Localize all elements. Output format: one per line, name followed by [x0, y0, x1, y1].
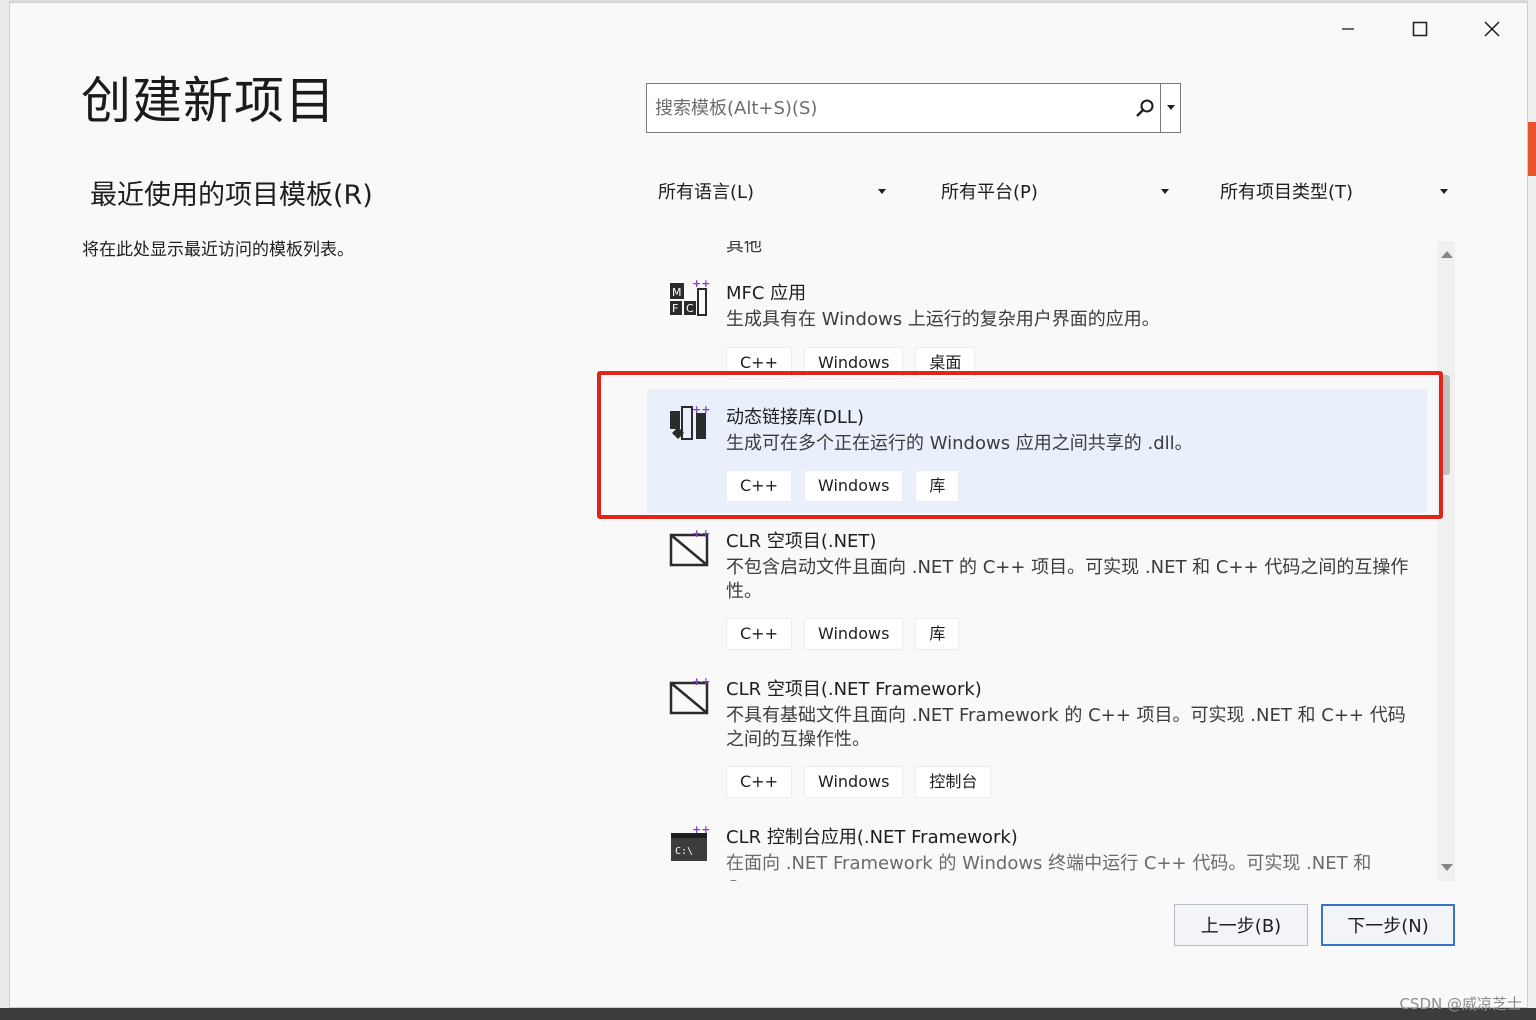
template-item-clr-net-framework[interactable]: ++ CLR 空项目(.NET Framework) 不具有基础文件且面向 .N… — [647, 661, 1427, 809]
template-tags: C++ Windows 控制台 — [726, 766, 992, 798]
template-tags: C++ Windows 库 — [726, 618, 960, 650]
minimize-icon — [1342, 28, 1354, 30]
template-name: CLR 空项目(.NET Framework) — [726, 679, 982, 700]
tag-type: 库 — [915, 618, 960, 650]
template-list: 其他 M F C ++ MFC 应用 生成具有在 Windows 上运行的复杂用… — [647, 241, 1427, 881]
create-project-dialog: 创建新项目 最近使用的项目模板(R) 将在此处显示最近访问的模板列表。 所有语言… — [9, 2, 1528, 1008]
template-name: MFC 应用 — [726, 283, 807, 304]
template-list-scrollbar[interactable] — [1437, 241, 1455, 881]
search-input[interactable] — [647, 84, 1130, 132]
template-name: CLR 空项目(.NET) — [726, 531, 877, 552]
platform-filter-dropdown[interactable]: 所有平台(P) — [941, 169, 1175, 213]
scroll-down-arrow-icon[interactable] — [1441, 864, 1453, 871]
maximize-button[interactable] — [1397, 11, 1443, 47]
tag-language: C++ — [726, 766, 792, 798]
search-icon — [1136, 99, 1154, 117]
close-icon — [1484, 21, 1500, 37]
page-title: 创建新项目 — [81, 72, 336, 130]
language-filter-dropdown[interactable]: 所有语言(L) — [658, 169, 892, 213]
platform-filter-label: 所有平台(P) — [941, 182, 1038, 203]
mfc-icon: M F C ++ — [670, 277, 710, 316]
chevron-down-icon — [1440, 188, 1448, 194]
back-button[interactable]: 上一步(B) — [1174, 904, 1308, 946]
tag-type: 控制台 — [915, 766, 992, 798]
svg-text:M: M — [672, 286, 682, 299]
watermark: CSDN @威凉芝士 — [1399, 995, 1522, 1013]
tag-language: C++ — [726, 618, 792, 650]
chevron-down-icon — [1166, 105, 1175, 110]
tag-platform: Windows — [803, 766, 904, 798]
background-app-right — [1528, 0, 1536, 1020]
svg-text:C: C — [686, 302, 694, 315]
background-taskbar — [0, 1008, 1536, 1020]
template-description: 不包含启动文件且面向 .NET 的 C++ 项目。可实现 .NET 和 C++ … — [726, 557, 1409, 602]
svg-text:C:\: C:\ — [675, 846, 693, 857]
clr-project-icon: ++ — [669, 527, 710, 567]
template-description: 在面向 .NET Framework 的 Windows 终端中运行 C++ 代… — [726, 853, 1372, 881]
recent-templates-empty-text: 将在此处显示最近访问的模板列表。 — [82, 240, 354, 260]
svg-text:++: ++ — [692, 527, 710, 540]
minimize-button[interactable] — [1325, 11, 1371, 47]
console-icon: C:\ ++ — [671, 823, 710, 861]
cut-off-item-text: 其他 — [726, 241, 762, 256]
search-button[interactable] — [1130, 84, 1160, 132]
close-button[interactable] — [1469, 11, 1515, 47]
scrollbar-thumb[interactable] — [1442, 375, 1450, 475]
template-search-box — [646, 83, 1181, 133]
scroll-up-arrow-icon[interactable] — [1441, 251, 1453, 258]
next-button[interactable]: 下一步(N) — [1321, 904, 1455, 946]
template-name: CLR 控制台应用(.NET Framework) — [726, 827, 1018, 848]
template-item-clr-net[interactable]: ++ CLR 空项目(.NET) 不包含启动文件且面向 .NET 的 C++ 项… — [647, 513, 1427, 661]
recent-templates-heading: 最近使用的项目模板(R) — [90, 180, 373, 211]
tag-platform: Windows — [803, 618, 904, 650]
background-app-left — [0, 0, 9, 1020]
svg-text:F: F — [672, 302, 678, 315]
template-description: 生成具有在 Windows 上运行的复杂用户界面的应用。 — [726, 309, 1160, 330]
template-description: 不具有基础文件且面向 .NET Framework 的 C++ 项目。可实现 .… — [726, 705, 1406, 750]
svg-text:++: ++ — [692, 675, 710, 688]
chevron-down-icon — [878, 188, 886, 194]
svg-text:++: ++ — [692, 823, 710, 836]
project-type-filter-dropdown[interactable]: 所有项目类型(T) — [1220, 169, 1454, 213]
maximize-icon — [1412, 21, 1428, 37]
search-options-dropdown[interactable] — [1160, 84, 1180, 132]
svg-text:++: ++ — [692, 277, 710, 290]
background-accent — [1528, 122, 1536, 176]
clr-project-icon: ++ — [669, 675, 710, 715]
project-type-filter-label: 所有项目类型(T) — [1220, 182, 1354, 203]
language-filter-label: 所有语言(L) — [658, 182, 755, 203]
selection-highlight-annotation — [597, 371, 1443, 519]
chevron-down-icon — [1161, 188, 1169, 194]
template-item-clr-console[interactable]: C:\ ++ CLR 控制台应用(.NET Framework) 在面向 .NE… — [647, 809, 1427, 881]
